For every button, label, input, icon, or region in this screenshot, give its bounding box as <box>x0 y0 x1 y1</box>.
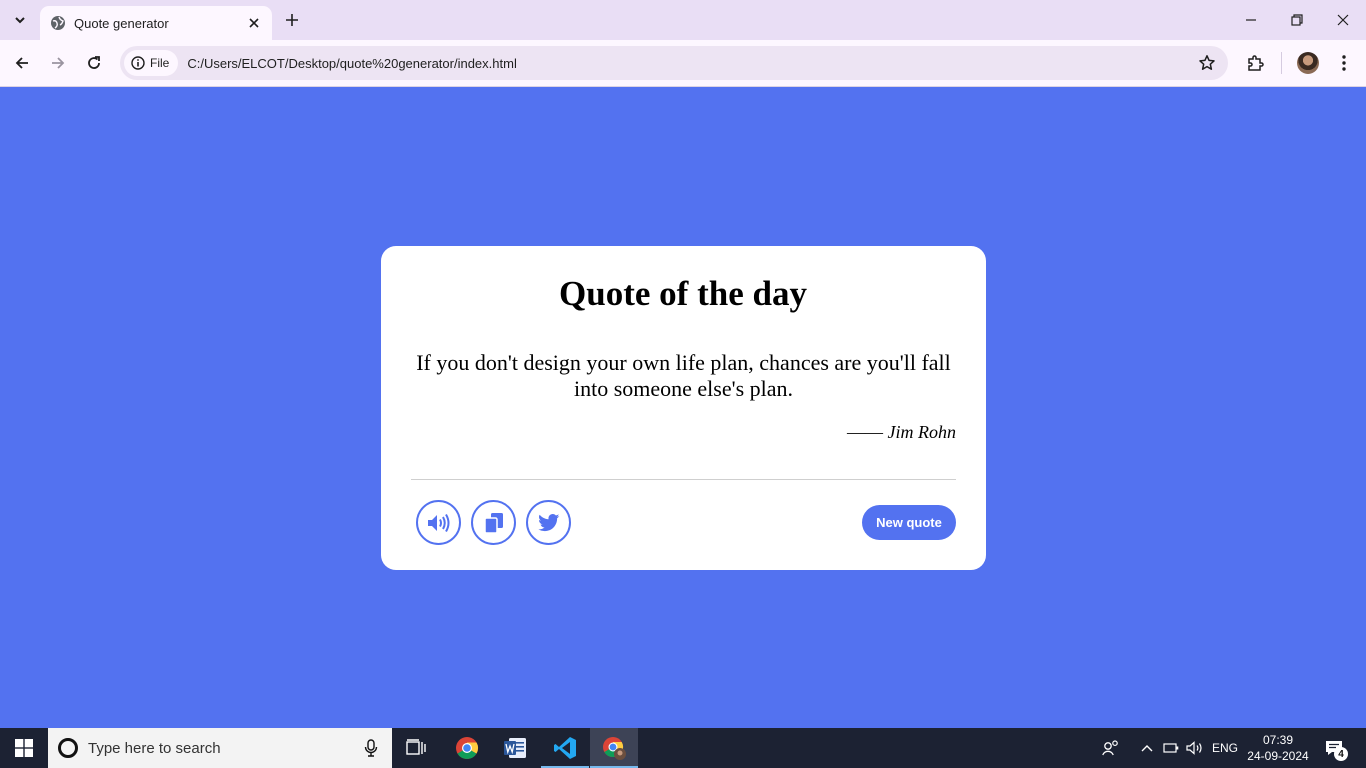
toolbar-divider <box>1281 52 1282 74</box>
card-divider <box>411 479 956 480</box>
quote-author: Jim Rohn <box>887 422 956 442</box>
address-bar[interactable]: File C:/Users/ELCOT/Desktop/quote%20gene… <box>120 46 1228 80</box>
cortana-icon <box>58 738 78 758</box>
info-icon <box>131 56 145 70</box>
battery-icon[interactable] <box>1161 728 1181 768</box>
bookmark-star-icon[interactable] <box>1198 54 1216 72</box>
site-chip-label: File <box>150 56 170 70</box>
globe-icon <box>50 15 66 31</box>
twitter-icon <box>537 513 559 531</box>
tab-search-button[interactable] <box>8 8 32 32</box>
speak-button[interactable] <box>416 500 461 545</box>
profile-avatar[interactable] <box>1297 52 1319 74</box>
microphone-icon[interactable] <box>364 739 378 757</box>
chevron-up-icon[interactable] <box>1137 728 1157 768</box>
taskbar-search-box[interactable]: Type here to search <box>48 728 392 768</box>
author-dash: —— <box>847 422 884 442</box>
language-indicator[interactable]: ENG <box>1209 728 1241 768</box>
new-tab-icon[interactable] <box>282 10 302 30</box>
chrome-app-icon[interactable] <box>443 728 491 768</box>
clock-time: 07:39 <box>1262 733 1294 747</box>
close-tab-icon[interactable] <box>246 15 262 31</box>
volume-icon <box>427 513 449 532</box>
new-quote-button[interactable]: New quote <box>862 505 956 540</box>
task-view-icon[interactable] <box>392 728 440 768</box>
copy-icon <box>483 512 503 534</box>
browser-tab-strip: Quote generator <box>0 0 1366 40</box>
tweet-button[interactable] <box>526 500 571 545</box>
reload-icon[interactable] <box>82 51 106 75</box>
vscode-app-icon[interactable] <box>541 728 589 768</box>
back-arrow-icon[interactable] <box>10 51 34 75</box>
url-text[interactable]: C:/Users/ELCOT/Desktop/quote%20generator… <box>187 56 517 71</box>
chrome-profile-app-icon[interactable] <box>590 728 638 768</box>
windows-start-icon[interactable] <box>0 728 48 768</box>
chevron-down-icon <box>15 17 25 24</box>
taskbar-search-placeholder: Type here to search <box>88 739 221 757</box>
site-info-chip[interactable]: File <box>124 50 179 76</box>
close-window-icon[interactable] <box>1320 0 1366 40</box>
windows-taskbar: Type here to search ENG 07:39 24-09-2024 <box>0 728 1366 768</box>
forward-arrow-icon[interactable] <box>46 51 70 75</box>
notification-count-badge: 4 <box>1334 747 1348 761</box>
copy-button[interactable] <box>471 500 516 545</box>
quote-author-line: —— Jim Rohn <box>411 422 956 443</box>
browser-toolbar: File C:/Users/ELCOT/Desktop/quote%20gene… <box>0 40 1366 87</box>
tab-title: Quote generator <box>74 15 169 31</box>
extensions-puzzle-icon[interactable] <box>1243 51 1267 75</box>
more-menu-icon[interactable] <box>1332 51 1356 75</box>
word-app-icon[interactable] <box>491 728 539 768</box>
card-title: Quote of the day <box>559 274 807 313</box>
clock-date: 24-09-2024 <box>1247 749 1309 763</box>
speaker-icon[interactable] <box>1184 728 1206 768</box>
people-icon[interactable] <box>1099 728 1123 768</box>
restore-icon[interactable] <box>1274 0 1320 40</box>
quote-text: If you don't design your own life plan, … <box>416 350 951 401</box>
system-clock[interactable]: 07:39 24-09-2024 <box>1244 732 1312 764</box>
minimize-icon[interactable] <box>1228 0 1274 40</box>
browser-tab[interactable]: Quote generator <box>40 6 272 40</box>
